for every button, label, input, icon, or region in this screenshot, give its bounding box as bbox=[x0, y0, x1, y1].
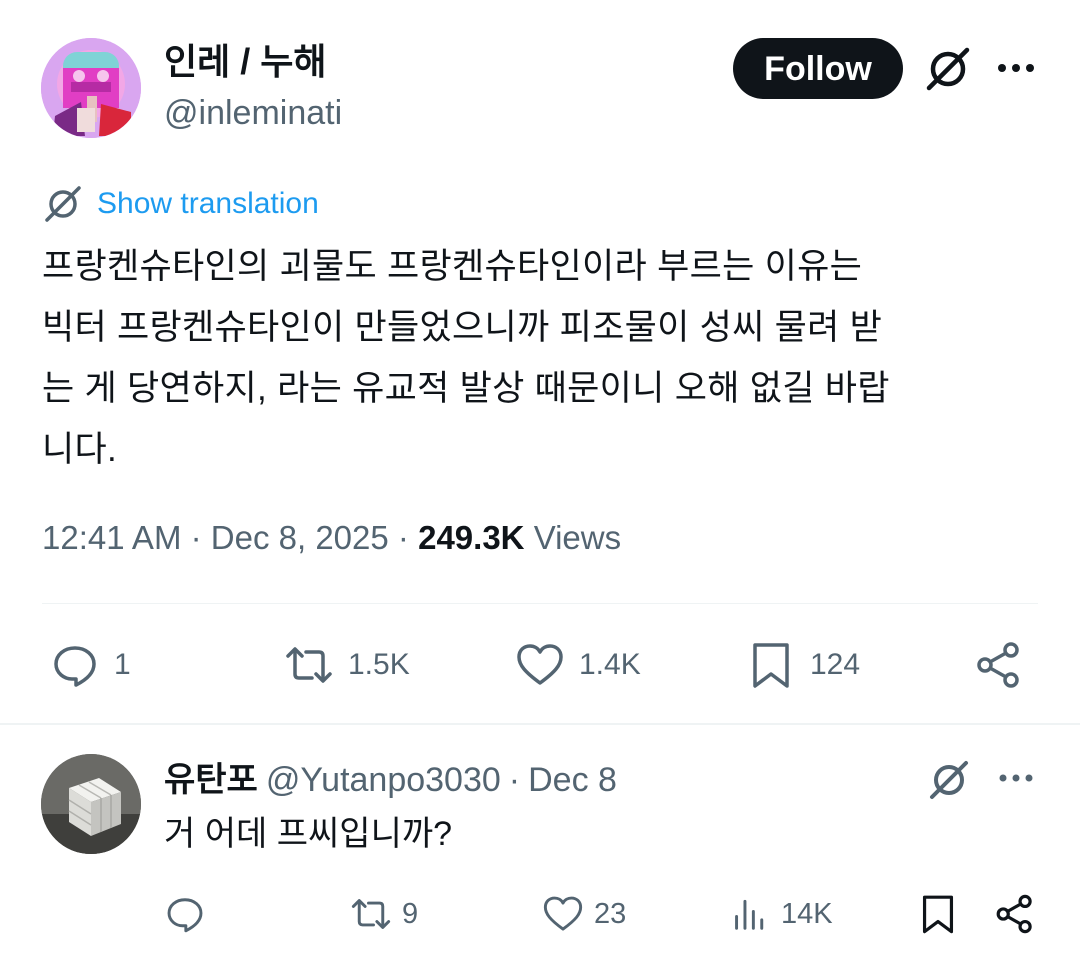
meta-separator: · bbox=[508, 761, 521, 799]
post-date[interactable]: Dec 8, 2025 bbox=[211, 519, 389, 556]
reply-views-count: 14K bbox=[781, 897, 833, 930]
reply-bookmark-button[interactable] bbox=[917, 893, 959, 935]
reply-date[interactable]: Dec 8 bbox=[528, 761, 617, 799]
show-translation-button[interactable]: Show translation bbox=[41, 182, 319, 226]
views-count: 249.3K bbox=[418, 519, 525, 556]
divider bbox=[0, 723, 1080, 725]
reply-repost-button[interactable]: 9 bbox=[350, 893, 418, 935]
reply-author-handle[interactable]: @Yutanpo3030 bbox=[266, 761, 501, 799]
analytics-icon bbox=[735, 899, 764, 930]
bookmark-icon bbox=[753, 643, 789, 688]
post-text-line: 프랑켄슈타인의 괴물도 프랑켄슈타인이라 부르는 이유는 bbox=[42, 247, 863, 286]
author-avatar-image bbox=[41, 38, 141, 138]
post-time[interactable]: 12:41 AM bbox=[42, 519, 181, 556]
reply-button[interactable]: 1 bbox=[50, 640, 131, 690]
bookmark-count: 124 bbox=[810, 648, 861, 681]
reply-views-button[interactable]: 14K bbox=[729, 893, 833, 935]
repost-icon bbox=[351, 899, 391, 929]
reply-avatar-image bbox=[41, 754, 141, 854]
more-icon[interactable] bbox=[994, 48, 1038, 88]
meta-separator: · bbox=[397, 519, 409, 556]
reply-like-button[interactable]: 23 bbox=[542, 893, 626, 935]
like-count: 1.4K bbox=[579, 648, 641, 681]
repost-icon bbox=[286, 647, 332, 683]
repost-count: 1.5K bbox=[348, 648, 410, 681]
reply-repost-count: 9 bbox=[402, 897, 419, 930]
views-label: Views bbox=[533, 519, 622, 556]
reply-icon bbox=[167, 898, 203, 933]
post-text-line: 빅터 프랑켄슈타인이 만들었으니까 피조물이 성씨 물려 받 bbox=[42, 308, 883, 347]
bookmark-button[interactable]: 124 bbox=[746, 640, 860, 690]
post-text-line: 니다. bbox=[42, 430, 118, 469]
share-icon bbox=[977, 642, 1019, 688]
more-icon[interactable] bbox=[996, 760, 1036, 796]
grok-icon[interactable] bbox=[925, 756, 973, 804]
heart-icon bbox=[543, 896, 583, 931]
reply-author-avatar[interactable] bbox=[41, 754, 141, 854]
reply-like-count: 23 bbox=[594, 897, 627, 930]
grok-icon[interactable] bbox=[921, 42, 975, 96]
show-translation-label: Show translation bbox=[97, 187, 319, 220]
meta-separator: · bbox=[190, 519, 202, 556]
follow-button[interactable]: Follow bbox=[733, 38, 903, 99]
reply-share-button[interactable] bbox=[994, 893, 1036, 935]
divider bbox=[42, 603, 1038, 604]
like-button[interactable]: 1.4K bbox=[515, 640, 641, 690]
reply-header: 유탄포 @Yutanpo3030 · Dec 8 bbox=[164, 758, 617, 802]
reply-text: 거 어데 프씨입니까? bbox=[164, 815, 453, 853]
reply-count: 1 bbox=[114, 648, 131, 681]
grok-icon bbox=[45, 186, 81, 222]
post-text-line: 는 게 당연하지, 라는 유교적 발상 때문이니 오해 없길 바랍 bbox=[42, 369, 890, 408]
reply-icon bbox=[54, 646, 96, 687]
reply-reply-button[interactable] bbox=[164, 893, 216, 935]
author-handle[interactable]: @inleminati bbox=[164, 92, 342, 134]
share-icon bbox=[996, 894, 1032, 934]
heart-icon bbox=[517, 644, 563, 685]
share-button[interactable] bbox=[974, 640, 1024, 690]
repost-button[interactable]: 1.5K bbox=[284, 640, 410, 690]
bookmark-icon bbox=[922, 895, 954, 934]
post-text: 프랑켄슈타인의 괴물도 프랑켄슈타인이라 부르는 이유는 빅터 프랑켄슈타인이 … bbox=[42, 236, 1042, 480]
author-avatar[interactable] bbox=[41, 38, 141, 138]
reply-author-name[interactable]: 유탄포 bbox=[164, 761, 258, 799]
author-name[interactable]: 인레 / 누해 bbox=[164, 40, 327, 84]
post-meta: 12:41 AM · Dec 8, 2025 · 249.3K Views bbox=[42, 516, 621, 560]
